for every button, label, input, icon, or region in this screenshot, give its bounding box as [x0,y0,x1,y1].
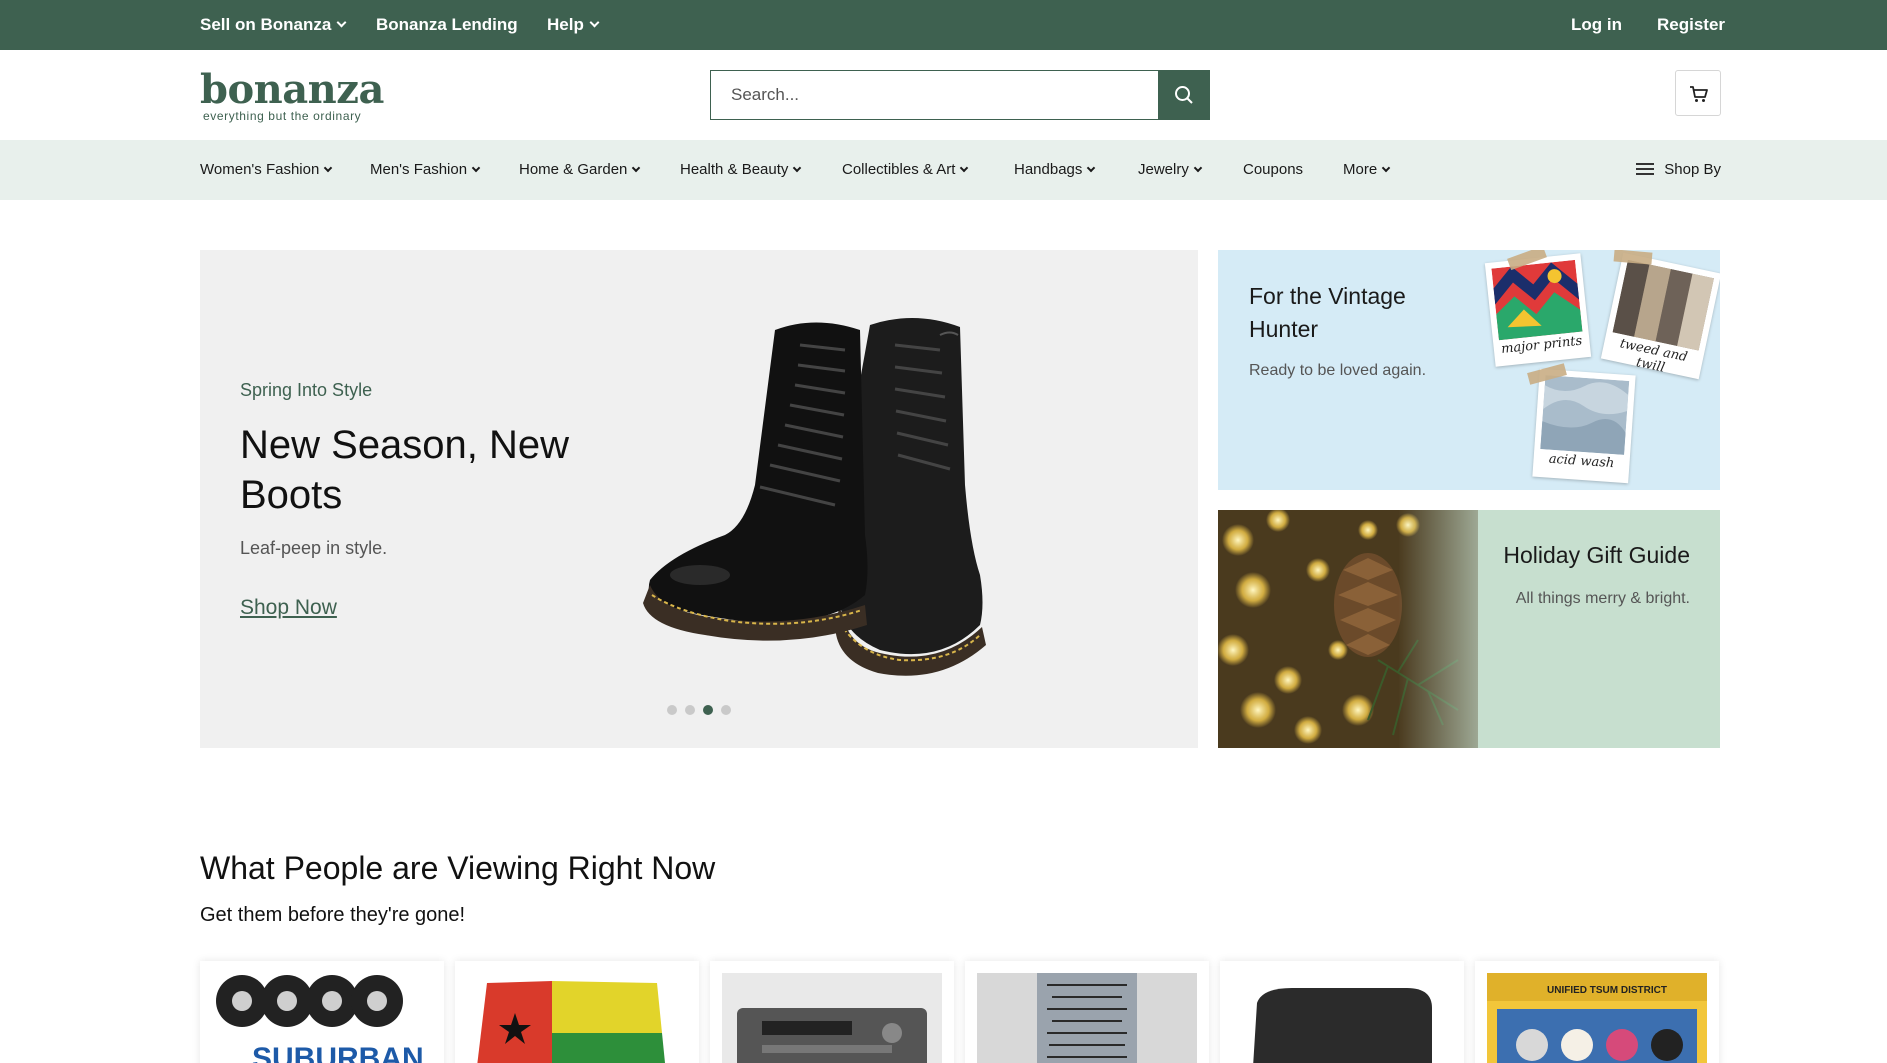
print-pattern-image [1491,259,1583,341]
chevron-down-icon [471,163,481,173]
nav-label: Health & Beauty [680,161,789,178]
polaroid-major-prints: major prints [1484,253,1592,367]
tsum-box-text: UNIFIED TSUM DISTRICT [1547,985,1667,996]
search-bar [710,70,1210,120]
logo-wordmark: bonanza [200,66,384,113]
product-card-tsum-tsum[interactable]: UNIFIED TSUM DISTRICT [1475,961,1719,1063]
acid-wash-denim-image [1540,375,1630,455]
chevron-down-icon [589,17,600,28]
product-card-flag[interactable] [455,961,699,1063]
holiday-card-title: Holiday Gift Guide [1503,542,1690,568]
carousel-dot[interactable] [667,705,677,715]
product-row: SUBURBAN UNIFIED TSUM DISTRICT [200,961,1720,1063]
chevron-down-icon [960,163,969,173]
help-menu[interactable]: Help [547,0,600,50]
search-input[interactable] [711,71,1158,119]
login-link[interactable]: Log in [1571,0,1622,50]
help-label: Help [547,15,584,34]
nav-coupons[interactable]: Coupons [1243,140,1303,200]
chevron-down-icon [1087,163,1096,173]
vintage-hunter-card[interactable]: For the Vintage Hunter Ready to be loved… [1218,250,1720,490]
search-button[interactable] [1158,70,1210,120]
hero-carousel[interactable]: Spring Into Style New Season, New Boots … [200,250,1198,748]
nav-label: Handbags [1014,161,1083,178]
nav-jewelry[interactable]: Jewelry [1138,140,1203,200]
nav-mens-fashion[interactable]: Men's Fashion [370,140,481,200]
nav-health-beauty[interactable]: Health & Beauty [680,140,802,200]
nav-collectibles-art[interactable]: Collectibles & Art [842,140,969,200]
nav-handbags[interactable]: Handbags [1014,140,1096,200]
polaroid-acid-wash: acid wash [1532,368,1636,484]
shopping-cart-icon [1690,86,1708,102]
nav-womens-fashion[interactable]: Women's Fashion [200,140,333,200]
section-subtitle: Get them before they're gone! [200,904,466,926]
logo-tagline: everything but the ordinary [203,109,362,123]
top-bar: Sell on Bonanza Bonanza Lending Help Log… [0,0,1887,50]
chevron-down-icon [324,163,333,173]
chevron-down-icon [793,163,802,173]
site-header: bonanza everything but the ordinary [0,50,1887,140]
sell-on-bonanza-menu[interactable]: Sell on Bonanza [200,0,347,50]
nav-home-garden[interactable]: Home & Garden [519,140,641,200]
carousel-dot[interactable] [721,705,731,715]
flag-image [467,973,687,1063]
hero-kicker: Spring Into Style [240,380,373,400]
suburban-logo-text: SUBURBAN [252,1042,424,1063]
bonanza-logo[interactable]: bonanza everything but the ordinary [200,66,384,128]
carousel-dots [667,702,739,720]
nav-label: Home & Garden [519,161,628,178]
holiday-gift-guide-card[interactable]: Holiday Gift Guide All things merry & br… [1218,510,1720,748]
carousel-dot[interactable] [685,705,695,715]
hero-subtitle: Leaf-peep in style. [240,538,388,558]
bonanza-lending-link[interactable]: Bonanza Lending [376,0,518,50]
chevron-down-icon [1193,163,1203,173]
product-card-car-radio[interactable] [710,961,954,1063]
nav-label: Women's Fashion [200,161,320,178]
shop-by-menu[interactable]: Shop By [1636,140,1721,200]
cart-button[interactable] [1675,70,1721,116]
boots-image [643,317,986,676]
section-title: What People are Viewing Right Now [200,850,716,886]
hero-title: New Season, New Boots [240,423,570,517]
pinecone-lights-image [1218,510,1518,748]
category-nav: Women's Fashion Men's Fashion Home & Gar… [0,140,1887,200]
sell-on-bonanza-label: Sell on Bonanza [200,15,332,34]
hamburger-menu-icon [1636,163,1655,175]
chevron-down-icon [1381,163,1391,173]
tsum-tsum-box-image: UNIFIED TSUM DISTRICT [1487,973,1707,1063]
product-card-black-case[interactable] [1220,961,1464,1063]
chevron-down-icon [336,17,347,28]
nav-more[interactable]: More [1343,140,1391,200]
holiday-card-subtitle: All things merry & bright. [1515,590,1690,607]
product-card-engraved-plaque[interactable] [965,961,1209,1063]
car-radio-image [722,973,942,1063]
shop-by-label: Shop By [1664,161,1721,178]
product-card-hubcaps[interactable]: SUBURBAN [200,961,444,1063]
chevron-down-icon [632,163,641,173]
nav-label: Jewelry [1138,161,1189,178]
vintage-card-subtitle: Ready to be loved again. [1249,362,1427,379]
hubcaps-image: SUBURBAN [212,973,432,1063]
search-icon [1175,86,1193,104]
nav-label: Men's Fashion [370,161,468,178]
register-link[interactable]: Register [1657,0,1725,50]
polaroid-tweed-and-twill: tweed and twill [1600,252,1720,380]
nav-label: More [1343,161,1378,178]
nav-label: Collectibles & Art [842,161,956,178]
carousel-dot-active[interactable] [703,705,713,715]
engraved-plaque-image [977,973,1197,1063]
tape-decoration [1613,250,1653,265]
shop-now-link[interactable]: Shop Now [240,596,337,620]
vintage-card-title: For the Vintage Hunter [1249,283,1406,342]
black-case-image [1232,973,1452,1063]
